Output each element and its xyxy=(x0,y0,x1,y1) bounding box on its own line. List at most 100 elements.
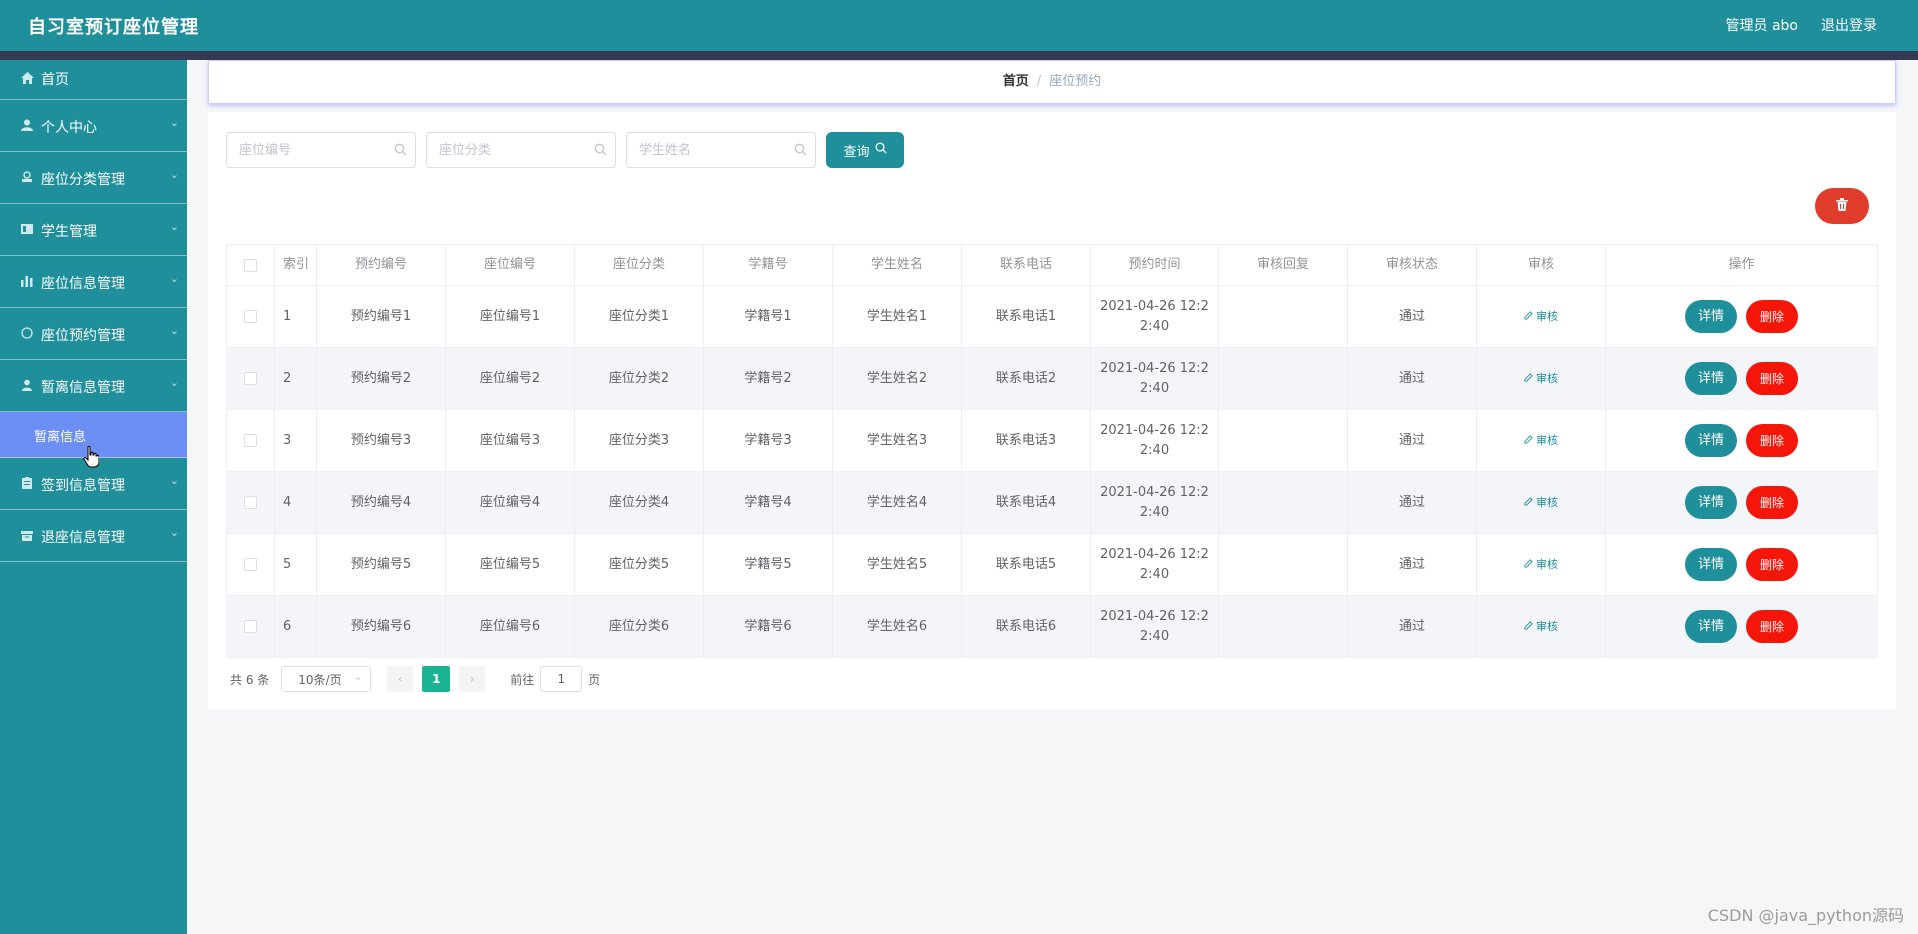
detail-button[interactable]: 详情 xyxy=(1685,362,1737,395)
table-body: 1 预约编号1 座位编号1 座位分类1 学籍号1 学生姓名1 联系电话1 2021-04-26… xyxy=(227,285,1877,657)
row-checkbox[interactable] xyxy=(244,496,257,509)
row-checkbox[interactable] xyxy=(244,620,257,633)
cell-student-name: 学生姓名4 xyxy=(833,472,962,533)
cell-seat-no: 座位编号1 xyxy=(446,286,575,347)
total-count: 共 6 条 xyxy=(230,672,270,687)
detail-button[interactable]: 详情 xyxy=(1685,300,1737,333)
delete-button[interactable]: 删除 xyxy=(1746,300,1798,333)
cell-student-id: 学籍号5 xyxy=(704,534,833,595)
sidebar-item-seat-booking[interactable]: 座位预约管理 ⌄ xyxy=(0,308,187,360)
seat-no-input[interactable] xyxy=(227,133,377,167)
cell-category: 座位分类6 xyxy=(575,596,704,657)
column-header: 学籍号 xyxy=(704,245,833,285)
select-all-checkbox[interactable] xyxy=(244,258,257,272)
query-button[interactable]: 查询 xyxy=(826,132,904,168)
submenu-item-label: 暂离信息 xyxy=(34,430,87,445)
cell-booking-time: 2021-04-26 12:2 2:40 xyxy=(1091,472,1219,533)
batch-delete-button[interactable] xyxy=(1815,188,1869,224)
detail-button[interactable]: 详情 xyxy=(1685,548,1737,581)
edit-icon xyxy=(1524,369,1533,389)
next-page-button[interactable]: › xyxy=(459,666,486,692)
prev-page-button[interactable]: ‹ xyxy=(387,666,414,692)
sidebar-item-return-seat-info[interactable]: 退座信息管理 ⌄ xyxy=(0,510,187,562)
chevron-down-icon: ⌄ xyxy=(169,116,179,129)
goto-page-value: 1 xyxy=(557,672,566,686)
row-checkbox[interactable] xyxy=(244,372,257,385)
page-size-select[interactable]: 10条/页 ⌄ xyxy=(281,666,372,692)
detail-button[interactable]: 详情 xyxy=(1685,424,1737,457)
breadcrumb-home[interactable]: 首页 xyxy=(1003,74,1029,89)
table-row: 4 预约编号4 座位编号4 座位分类4 学籍号4 学生姓名4 联系电话4 2021-04-26… xyxy=(227,471,1877,533)
student-name-search-field[interactable] xyxy=(626,132,816,168)
cell-actions: 详情 删除 xyxy=(1606,534,1877,595)
booking-time-line2: 2:40 xyxy=(1139,628,1170,644)
audit-link-label: 审核 xyxy=(1536,619,1558,633)
booking-time-line2: 2:40 xyxy=(1139,380,1170,396)
cell-booking-no: 预约编号6 xyxy=(317,596,446,657)
edit-icon xyxy=(1524,555,1533,575)
sidebar-item-leave-info[interactable]: 暂离信息管理 ⌄ xyxy=(0,360,187,412)
row-checkbox[interactable] xyxy=(244,558,257,571)
seat-no-search-field[interactable] xyxy=(226,132,416,168)
delete-button[interactable]: 删除 xyxy=(1746,486,1798,519)
booking-time-text: 2021-04-26 12:2 2:40 xyxy=(1100,545,1209,585)
category-icon xyxy=(20,170,34,184)
cell-seat-no: 座位编号6 xyxy=(446,596,575,657)
audit-link[interactable]: 审核 xyxy=(1524,617,1558,637)
audit-link[interactable]: 审核 xyxy=(1524,369,1558,389)
delete-button[interactable]: 删除 xyxy=(1746,424,1798,457)
header-checkbox-cell xyxy=(227,245,275,285)
cell-student-id: 学籍号6 xyxy=(704,596,833,657)
row-checkbox-cell xyxy=(227,348,275,409)
cell-audit-status: 通过 xyxy=(1348,286,1477,347)
sidebar-item-personal-center[interactable]: 个人中心 ⌄ xyxy=(0,100,187,152)
page-number-button[interactable]: 1 xyxy=(422,666,451,692)
booking-time-text: 2021-04-26 12:2 2:40 xyxy=(1100,483,1209,523)
audit-link[interactable]: 审核 xyxy=(1524,431,1558,451)
cell-index: 6 xyxy=(275,596,317,657)
logout-link[interactable]: 退出登录 xyxy=(1821,15,1877,35)
cell-booking-time: 2021-04-26 12:2 2:40 xyxy=(1091,348,1219,409)
delete-button[interactable]: 删除 xyxy=(1746,362,1798,395)
query-button-label: 查询 xyxy=(843,144,870,160)
clipboard-icon xyxy=(20,476,34,490)
sidebar-item-home[interactable]: 首页 xyxy=(0,60,187,100)
watermark: CSDN @java_python源码 xyxy=(1707,906,1904,925)
sidebar-item-seat-category[interactable]: 座位分类管理 ⌄ xyxy=(0,152,187,204)
cell-audit-status: 通过 xyxy=(1348,348,1477,409)
cell-actions: 详情 删除 xyxy=(1606,348,1877,409)
table-row: 6 预约编号6 座位编号6 座位分类6 学籍号6 学生姓名6 联系电话6 2021-04-26… xyxy=(227,595,1877,657)
goto-page-input[interactable]: 1 xyxy=(540,666,583,692)
app-title: 自习室预订座位管理 xyxy=(28,17,199,38)
detail-button[interactable]: 详情 xyxy=(1685,486,1737,519)
sidebar-item-seat-info[interactable]: 座位信息管理 ⌄ xyxy=(0,256,187,308)
cell-student-name: 学生姓名1 xyxy=(833,286,962,347)
sidebar-item-student[interactable]: 学生管理 ⌄ xyxy=(0,204,187,256)
delete-button[interactable]: 删除 xyxy=(1746,610,1798,643)
hand-cursor-icon xyxy=(83,445,100,472)
cell-actions: 详情 删除 xyxy=(1606,410,1877,471)
sidebar-item-label: 首页 xyxy=(41,72,69,88)
seat-category-input[interactable] xyxy=(427,133,577,167)
box-icon xyxy=(20,528,34,542)
audit-link[interactable]: 审核 xyxy=(1524,493,1558,513)
cell-booking-no: 预约编号1 xyxy=(317,286,446,347)
user-icon xyxy=(20,118,34,132)
cell-index: 3 xyxy=(275,410,317,471)
detail-button[interactable]: 详情 xyxy=(1685,610,1737,643)
booking-time-text: 2021-04-26 12:2 2:40 xyxy=(1100,359,1209,399)
audit-link[interactable]: 审核 xyxy=(1524,555,1558,575)
cell-seat-no: 座位编号4 xyxy=(446,472,575,533)
booking-time-line2: 2:40 xyxy=(1139,566,1170,582)
cell-category: 座位分类5 xyxy=(575,534,704,595)
student-name-input[interactable] xyxy=(627,133,777,167)
seat-category-search-field[interactable] xyxy=(426,132,616,168)
row-checkbox[interactable] xyxy=(244,434,257,447)
row-checkbox[interactable] xyxy=(244,310,257,323)
delete-button[interactable]: 删除 xyxy=(1746,548,1798,581)
breadcrumb-separator: / xyxy=(1036,74,1042,89)
column-header: 索引 xyxy=(275,245,317,285)
audit-link[interactable]: 审核 xyxy=(1524,307,1558,327)
main-content: 查询 索引 预约编号 座位编号 座位分类 学籍号 学生姓名 联系电话 预约时间 … xyxy=(208,112,1896,710)
booking-time-line2: 2:40 xyxy=(1139,318,1170,334)
